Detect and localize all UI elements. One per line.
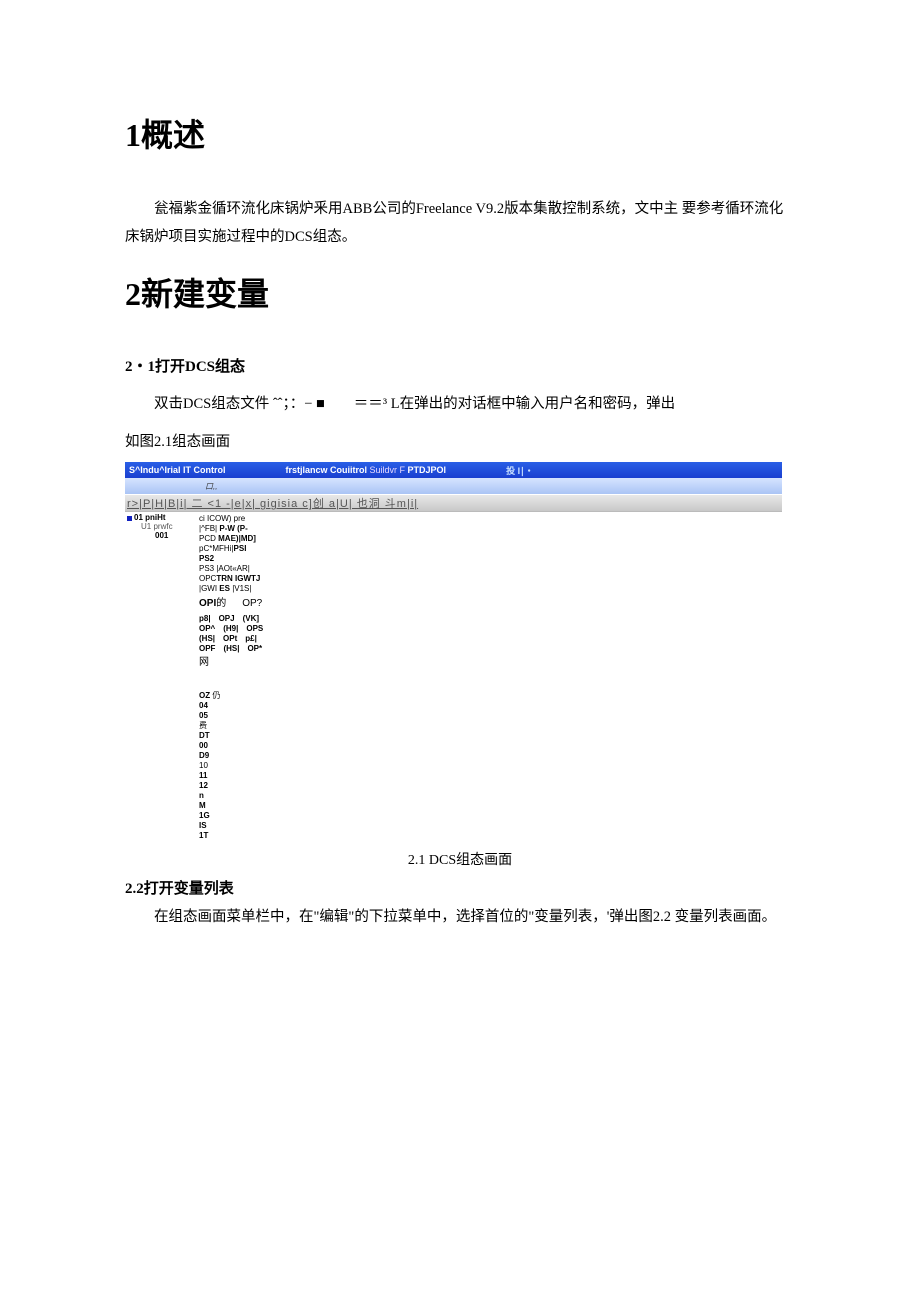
detail-block-3: OZ 仍0405费DT00D9101112nM1GIS1T [199, 691, 263, 841]
app-workspace: 01 pniHt U1 prwfc 001 ci ICOW) pre|^FB| … [125, 512, 782, 841]
detail-list-item: n [199, 791, 263, 801]
titlebar-project-a: frstjlancw Couiitrol [286, 465, 368, 475]
tree-root-label: 01 pniHt [134, 513, 166, 522]
detail-row: pC*MFHi|PSI [199, 544, 263, 554]
detail-list-item: 1G [199, 811, 263, 821]
detail-list-item: 12 [199, 781, 263, 791]
detail-list-item: 04 [199, 701, 263, 711]
detail-row: (HS| OPt p£| [199, 634, 263, 644]
toolbar-items: r>|P|H|B|i| 二 <1 -|e|x| gigisia c]创 a|U|… [127, 495, 418, 511]
detail-row: PS2 [199, 554, 263, 564]
titlebar-project: frstjlancw Couiitrol Suildvr F PTDJPOl [286, 465, 447, 475]
detail-list-item: DT [199, 731, 263, 741]
heading-open-dcs: 2・1打开DCS组态 [125, 355, 795, 376]
tree-root-icon [127, 516, 132, 521]
titlebar-project-b: Suildvr F [367, 465, 408, 475]
menubar-text: 口,, [205, 481, 217, 492]
detail-list-item: 费 [199, 721, 263, 731]
detail-list-item: M [199, 801, 263, 811]
detail-list-item: 00 [199, 741, 263, 751]
titlebar-extra: 投 I∣・ [506, 464, 534, 477]
detail-row: p8| OPJ (VK] [199, 614, 263, 624]
project-tree[interactable]: 01 pniHt U1 prwfc 001 [125, 512, 195, 540]
figure-caption-2-1: 2.1 DCS组态画面 [125, 849, 795, 869]
detail-row: |GWI ES |V1S| [199, 584, 263, 594]
detail-net: 网 [199, 657, 263, 670]
open-varlist-paragraph: 在组态画面菜单栏中，在"编辑"的下拉菜单中，选择首位的"变量列表，'弹出图2.2… [125, 904, 795, 932]
titlebar-product: S^Indu^Irial IT Control [129, 465, 226, 475]
detail-list-item: 05 [199, 711, 263, 721]
detail-block-1: ci ICOW) pre|^FB| P-W (P- PCD MAE)|MD] p… [199, 514, 263, 594]
embedded-app-screenshot: S^Indu^Irial IT Control frstjlancw Couii… [125, 462, 782, 841]
detail-row: PS3 |AOt«AR| [199, 564, 263, 574]
detail-row: OP^ (H9| OPS [199, 624, 263, 634]
detail-list-item: IS [199, 821, 263, 831]
opi-left: OPI [199, 598, 216, 609]
heading-open-varlist: 2.2打开变量列表 [125, 877, 795, 898]
app-menubar[interactable]: 口,, [125, 478, 782, 494]
app-toolbar[interactable]: r>|P|H|B|i| 二 <1 -|e|x| gigisia c]创 a|U|… [125, 494, 782, 512]
heading-new-variable: 2新建变量 [125, 269, 795, 315]
detail-row: ci ICOW) pre [199, 514, 263, 524]
detail-list-item: 11 [199, 771, 263, 781]
tree-node-2[interactable]: 001 [127, 532, 195, 541]
open-dcs-paragraph-2: 如图2.1组态画面 [125, 429, 795, 457]
detail-opi-row: OPI的 OP? [199, 598, 263, 611]
detail-panel: ci ICOW) pre|^FB| P-W (P- PCD MAE)|MD] p… [195, 512, 263, 841]
app-titlebar: S^Indu^Irial IT Control frstjlancw Couii… [125, 462, 782, 478]
open-dcs-paragraph-1: 双击DCS组态文件 ˆˆ；：− ■ ＝＝³ L在弹出的对话框中输入用户名和密码，… [125, 391, 795, 419]
opi-mid: 的 [216, 598, 226, 609]
overview-paragraph: 瓮福紫金循环流化床锅炉釆用ABB公司的Freelance V9.2版本集散控制系… [125, 196, 795, 251]
opi-right: OP? [242, 598, 262, 609]
titlebar-project-c: PTDJPOl [408, 465, 447, 475]
detail-row: |^FB| P-W (P- [199, 524, 263, 534]
detail-row: PCD MAE)|MD] [199, 534, 263, 544]
detail-row: OPF (HS| OP* [199, 644, 263, 654]
detail-list-item: OZ 仍 [199, 691, 263, 701]
detail-list-item: 1T [199, 831, 263, 841]
detail-block-2: p8| OPJ (VK]OP^ (H9| OPS(HS| OPt p£|OPF … [199, 614, 263, 654]
heading-overview: 1概述 [125, 110, 795, 156]
detail-list-item: D9 [199, 751, 263, 761]
detail-list-item: 10 [199, 761, 263, 771]
detail-row: OPCTRN IGWTJ [199, 574, 263, 584]
